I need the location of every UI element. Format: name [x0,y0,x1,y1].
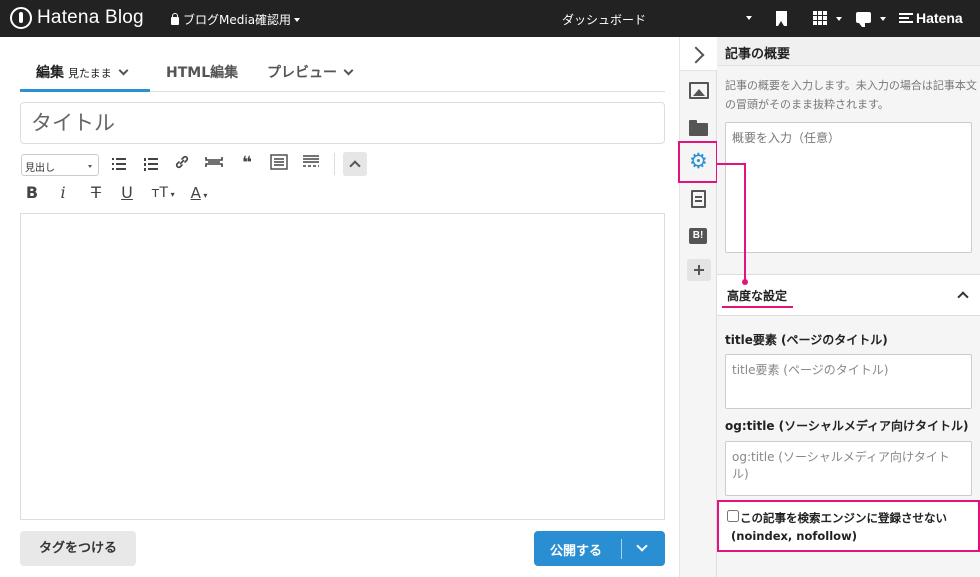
text-color-icon[interactable]: A ▾ [185,183,213,203]
format-select-value: 見出し [25,163,55,174]
annotation-line [744,163,746,281]
add-plugin-icon[interactable] [687,259,711,281]
numbered-list-icon[interactable] [141,154,161,174]
font-size-icon[interactable]: тT ▾ [149,183,177,203]
blog-selector[interactable]: ブログMedia確認用 [171,11,301,28]
logo-text: Hatena Blog [37,7,144,28]
top-bar: Hatena Blog ブログMedia確認用 ダッシュボード Hatena [0,0,980,37]
hatena-mark-icon [899,13,913,23]
blog-name: ブログMedia確認用 [183,13,292,27]
dashboard-link[interactable]: ダッシュボード [562,11,646,28]
tab-label: HTML編集 [166,65,239,81]
editor-tabs: 編集 見たまま HTML編集 プレビュー [20,50,665,92]
hatena-blog-logo[interactable]: Hatena Blog [10,7,144,29]
title-element-textarea[interactable] [725,354,972,409]
annotation-dot [742,279,748,285]
chevron-down-icon[interactable] [118,65,129,76]
tab-sublabel: 見たまま [68,67,112,80]
add-tag-button[interactable]: タグをつける [20,531,136,566]
tab-label: 編集 [36,65,64,81]
apps-dropdown-icon[interactable] [836,17,842,21]
tab-preview[interactable]: プレビュー [267,62,354,82]
tab-html-edit[interactable]: HTML編集 [166,62,238,82]
italic-icon[interactable]: i [53,183,73,203]
tab-wysiwyg[interactable]: 編集 見たまま [36,62,129,82]
font-size-glyph: тT [151,185,169,201]
collapse-panel-button[interactable] [680,37,717,71]
table-of-contents-icon[interactable] [269,154,289,174]
summary-header: 記事の概要 [717,37,980,66]
publish-button[interactable]: 公開する [534,531,665,566]
advanced-underline [722,306,793,308]
settings-highlight[interactable]: ⚙ [678,141,718,183]
lock-icon [171,12,179,25]
advanced-settings-header[interactable]: 高度な設定 [717,275,980,316]
chevron-down-icon [88,165,92,168]
chevron-up-icon[interactable] [957,291,969,303]
hatena-bookmark-icon[interactable]: B! [689,228,707,244]
folder-icon[interactable] [689,120,708,136]
tab-label: プレビュー [267,65,337,81]
og-title-label: og:title (ソーシャルメディア向けタイトル) [725,419,969,433]
noindex-checkbox[interactable] [727,510,739,522]
noindex-option: この記事を検索エンジンに登録させない (noindex, nofollow) [717,500,980,552]
dashboard-dropdown-icon[interactable] [746,16,752,20]
chevron-down-icon [294,17,301,22]
summary-description: 記事の概要を入力します。未入力の場合は記事本文の冒頭がそのまま抜粋されます。 [725,79,977,111]
read-more-icon[interactable] [301,154,321,174]
collapse-toolbar-button[interactable] [343,152,367,176]
publish-options-chevron-icon[interactable] [636,540,648,552]
document-icon[interactable] [691,190,706,208]
link-icon[interactable] [172,154,192,174]
horizontal-rule-icon[interactable] [204,154,224,174]
active-tab-indicator [20,89,150,92]
bulleted-list-icon[interactable] [109,154,129,174]
noindex-label: この記事を検索エンジンに登録させない [740,511,947,525]
sidebar-icon-rail: ⚙ B! [678,37,718,577]
editor-body[interactable] [20,213,665,520]
title-input[interactable] [20,102,665,144]
title-element-label: title要素 (ページのタイトル) [725,333,888,347]
chat-dropdown-icon[interactable] [880,17,886,21]
publish-divider [621,539,622,559]
hatena-brand[interactable]: Hatena [899,10,963,26]
annotation-line [717,163,746,165]
bookmark-icon[interactable] [776,11,787,26]
photo-icon[interactable] [689,82,709,99]
noindex-sublabel: (noindex, nofollow) [731,529,857,543]
publish-button-label: 公開する [550,544,603,559]
hatena-blog-logo-icon [10,7,32,29]
settings-panel: 記事の概要 記事の概要を入力します。未入力の場合は記事本文の冒頭がそのまま抜粋さ… [717,37,980,577]
gear-icon[interactable]: ⚙ [689,151,708,172]
toolbar-divider [334,153,335,175]
apps-grid-icon[interactable] [813,11,827,25]
summary-title: 記事の概要 [725,47,791,62]
format-select[interactable]: 見出し [21,154,99,176]
og-title-textarea[interactable] [725,441,972,496]
advanced-settings-title: 高度な設定 [727,289,788,303]
summary-textarea[interactable] [725,122,972,253]
notification-chat-icon[interactable] [856,12,871,27]
quote-icon[interactable]: ❝ [237,153,257,173]
strikethrough-icon[interactable]: T [86,183,106,203]
underline-icon[interactable]: U [117,183,137,203]
bold-icon[interactable]: B [22,183,42,203]
chevron-down-icon[interactable] [343,65,354,76]
text-color-glyph: A [190,184,201,202]
hatena-brand-text: Hatena [916,10,963,26]
